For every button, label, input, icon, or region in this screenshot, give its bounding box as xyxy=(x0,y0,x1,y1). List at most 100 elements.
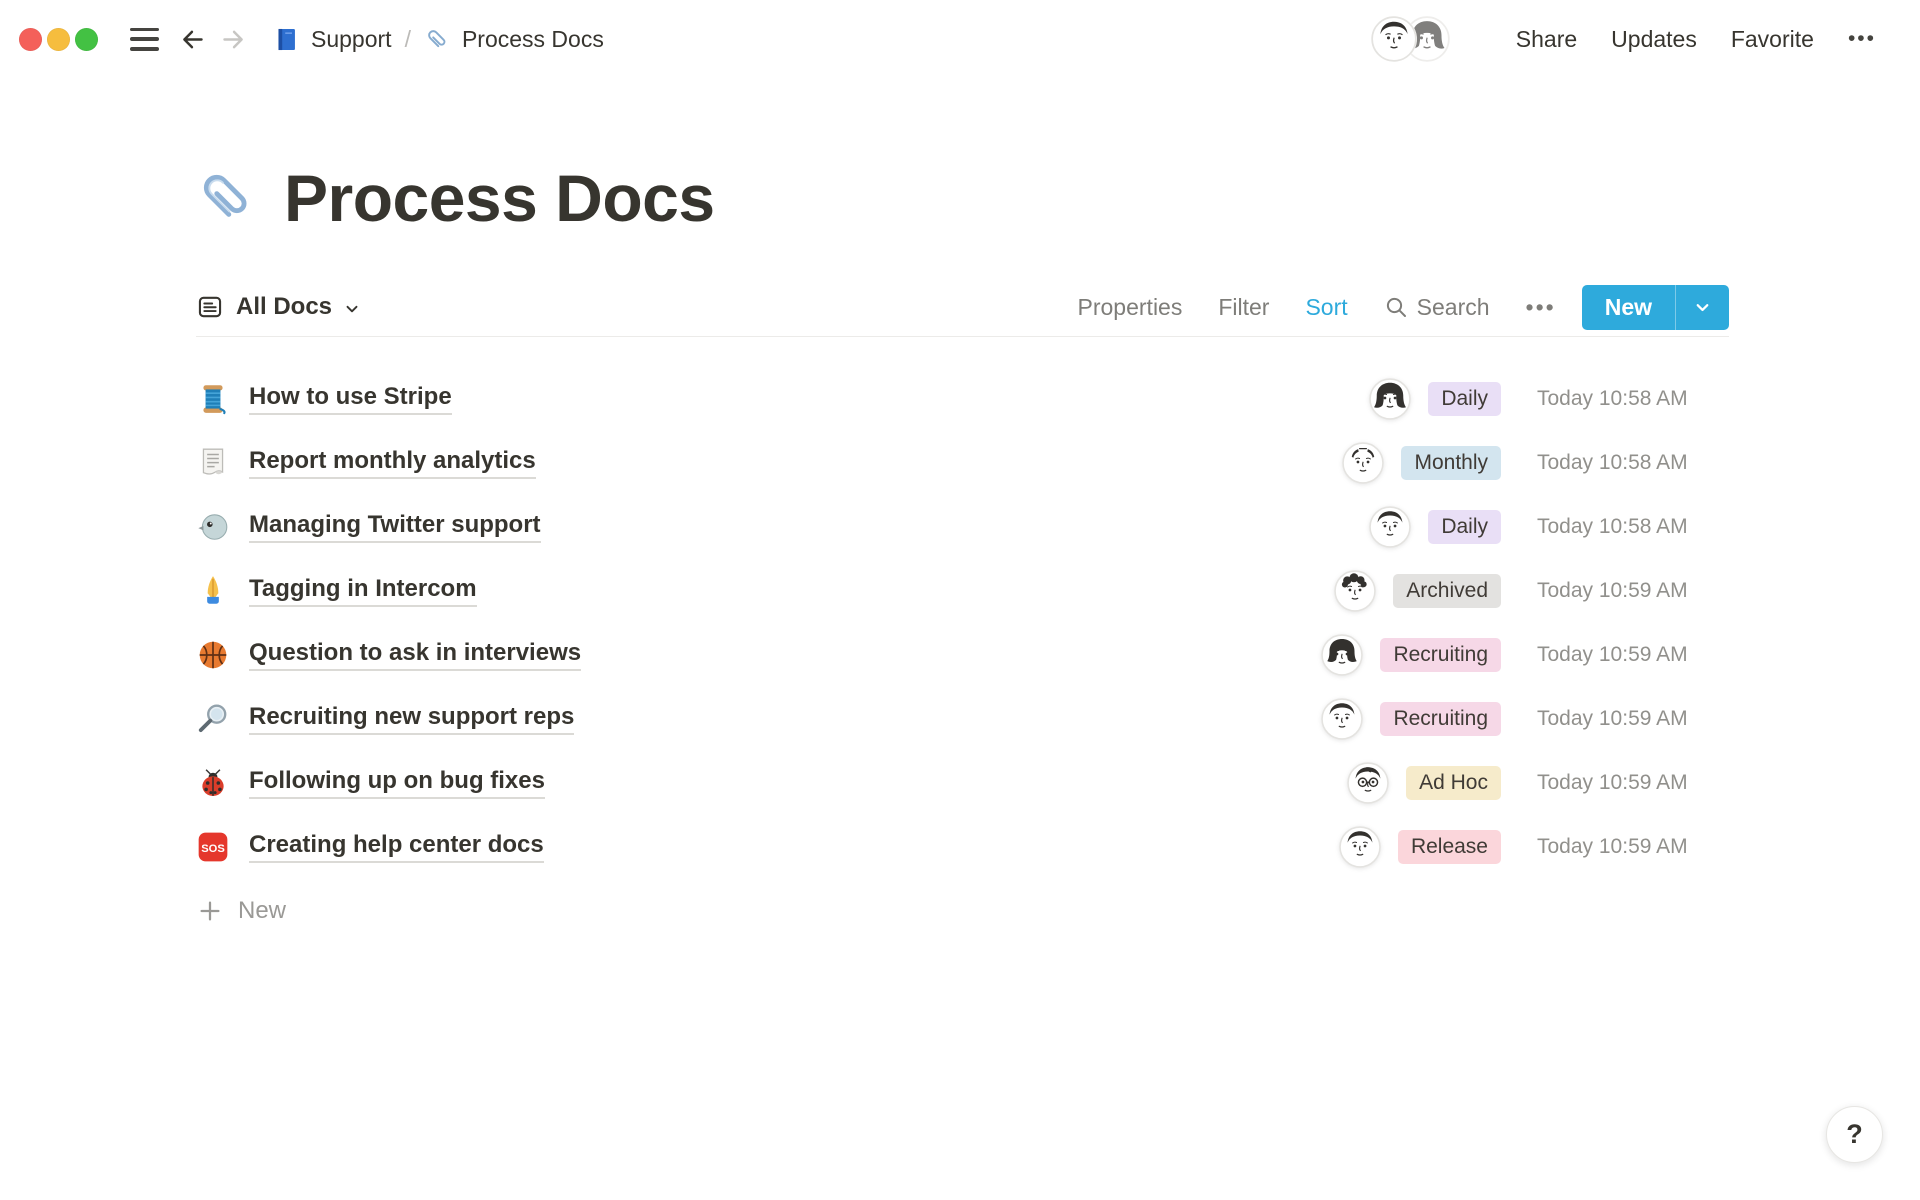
row-properties: Daily Today 10:58 AM xyxy=(1369,506,1729,548)
collaborator-avatar-1[interactable] xyxy=(1371,16,1417,62)
breadcrumb-item-support[interactable]: Support xyxy=(273,26,392,53)
table-row: Managing Twitter support Daily Today 10:… xyxy=(196,495,1729,559)
last-edited-time: Today 10:58 AM xyxy=(1537,515,1729,539)
new-button-group: New xyxy=(1582,285,1729,330)
status-tag[interactable]: Archived xyxy=(1393,574,1501,608)
blue-book-icon xyxy=(273,26,300,53)
filter-button[interactable]: Filter xyxy=(1218,294,1269,321)
doc-title-link[interactable]: Creating help center docs xyxy=(249,831,544,863)
favorite-button[interactable]: Favorite xyxy=(1731,26,1814,53)
last-edited-time: Today 10:58 AM xyxy=(1537,451,1729,475)
page-title[interactable]: Process Docs xyxy=(284,160,715,236)
add-new-row-button[interactable]: New xyxy=(196,879,1729,943)
new-dropdown-button[interactable] xyxy=(1675,285,1729,330)
paperclip-icon xyxy=(424,26,451,53)
row-properties: Daily Today 10:58 AM xyxy=(1369,378,1729,420)
last-edited-time: Today 10:59 AM xyxy=(1537,835,1729,859)
magnifying-glass-icon xyxy=(196,702,230,736)
doc-title-link[interactable]: Recruiting new support reps xyxy=(249,703,574,735)
sidebar-menu-icon[interactable] xyxy=(130,28,159,51)
sort-button[interactable]: Sort xyxy=(1305,294,1347,321)
avatar-man-bald[interactable] xyxy=(1342,442,1384,484)
last-edited-time: Today 10:59 AM xyxy=(1537,579,1729,603)
add-new-row-label: New xyxy=(238,897,286,925)
minimize-window-button[interactable] xyxy=(47,28,70,51)
status-tag[interactable]: Ad Hoc xyxy=(1406,766,1501,800)
view-switcher-all-docs[interactable]: All Docs xyxy=(196,293,360,321)
doc-title-link[interactable]: Managing Twitter support xyxy=(249,511,541,543)
avatar-man-short[interactable] xyxy=(1369,506,1411,548)
table-row: Tagging in Intercom Archived Today 10:59… xyxy=(196,559,1729,623)
doc-title-link[interactable]: Tagging in Intercom xyxy=(249,575,477,607)
zoom-window-button[interactable] xyxy=(75,28,98,51)
view-toolbar: All Docs Properties Filter Sort Search •… xyxy=(196,278,1729,337)
svg-text:SOS: SOS xyxy=(201,843,225,855)
arrow-right-icon xyxy=(220,26,247,53)
plus-icon xyxy=(198,899,222,923)
chevron-down-icon xyxy=(344,301,360,317)
search-icon xyxy=(1384,295,1408,319)
breadcrumb: Support / Process Docs xyxy=(273,26,604,53)
table-row: Question to ask in interviews Recruiting… xyxy=(196,623,1729,687)
forward-button[interactable] xyxy=(220,26,247,53)
arrow-left-icon xyxy=(179,26,206,53)
status-tag[interactable]: Monthly xyxy=(1401,446,1501,480)
status-tag[interactable]: Daily xyxy=(1428,510,1501,544)
close-window-button[interactable] xyxy=(19,28,42,51)
table-row: Following up on bug fixes Ad Hoc Today 1… xyxy=(196,751,1729,815)
table-row: Report monthly analytics Monthly Today 1… xyxy=(196,431,1729,495)
avatar-woman-long[interactable] xyxy=(1369,378,1411,420)
help-button[interactable]: ? xyxy=(1826,1106,1883,1163)
table-row: Recruiting new support reps Recruiting T… xyxy=(196,687,1729,751)
topbar-actions: Share Updates Favorite ••• xyxy=(1371,16,1876,62)
last-edited-time: Today 10:59 AM xyxy=(1537,771,1729,795)
breadcrumb-label: Support xyxy=(311,26,392,53)
ladybug-icon xyxy=(196,766,230,800)
last-edited-time: Today 10:58 AM xyxy=(1537,387,1729,411)
row-properties: Monthly Today 10:58 AM xyxy=(1342,442,1729,484)
notion-window: Support / Process Docs Share Updates Fav… xyxy=(0,0,1920,1200)
more-options-button[interactable]: ••• xyxy=(1848,27,1876,51)
bird-icon xyxy=(196,510,230,544)
page-paperclip-icon[interactable] xyxy=(196,167,258,229)
avatar-man-short[interactable] xyxy=(1339,826,1381,868)
breadcrumb-label: Process Docs xyxy=(462,26,604,53)
doc-title-link[interactable]: Question to ask in interviews xyxy=(249,639,581,671)
search-button[interactable]: Search xyxy=(1384,294,1490,321)
basketball-icon xyxy=(196,638,230,672)
ellipsis-icon: ••• xyxy=(1526,294,1556,321)
page-with-curl-icon xyxy=(196,446,230,480)
status-tag[interactable]: Daily xyxy=(1428,382,1501,416)
avatar-man-curly[interactable] xyxy=(1334,570,1376,612)
doc-title-link[interactable]: How to use Stripe xyxy=(249,383,452,415)
help-label: ? xyxy=(1846,1119,1863,1150)
view-name: All Docs xyxy=(236,293,332,321)
status-tag[interactable]: Recruiting xyxy=(1380,638,1501,672)
list-view-icon xyxy=(196,293,224,321)
share-button[interactable]: Share xyxy=(1516,26,1577,53)
avatar-woman-bob[interactable] xyxy=(1321,634,1363,676)
avatar-man-short[interactable] xyxy=(1321,698,1363,740)
properties-button[interactable]: Properties xyxy=(1078,294,1183,321)
breadcrumb-item-process-docs[interactable]: Process Docs xyxy=(424,26,604,53)
page-body: Process Docs All Docs Properties Filter … xyxy=(0,160,1920,943)
status-tag[interactable]: Recruiting xyxy=(1380,702,1501,736)
table-row: SOS Creating help center docs Release To… xyxy=(196,815,1729,879)
avatar-man-glasses[interactable] xyxy=(1347,762,1389,804)
view-more-options-button[interactable]: ••• xyxy=(1526,294,1556,321)
collaborator-avatars xyxy=(1371,16,1450,62)
last-edited-time: Today 10:59 AM xyxy=(1537,707,1729,731)
last-edited-time: Today 10:59 AM xyxy=(1537,643,1729,667)
updates-button[interactable]: Updates xyxy=(1611,26,1697,53)
topbar: Support / Process Docs Share Updates Fav… xyxy=(0,0,1920,78)
chevron-down-icon xyxy=(1694,299,1711,316)
thread-spool-icon xyxy=(196,382,230,416)
new-button[interactable]: New xyxy=(1582,285,1675,330)
back-button[interactable] xyxy=(179,26,206,53)
page-title-row: Process Docs xyxy=(196,160,1729,236)
doc-title-link[interactable]: Report monthly analytics xyxy=(249,447,536,479)
doc-title-link[interactable]: Following up on bug fixes xyxy=(249,767,545,799)
ellipsis-icon: ••• xyxy=(1848,27,1876,50)
window-controls xyxy=(19,28,98,51)
status-tag[interactable]: Release xyxy=(1398,830,1501,864)
